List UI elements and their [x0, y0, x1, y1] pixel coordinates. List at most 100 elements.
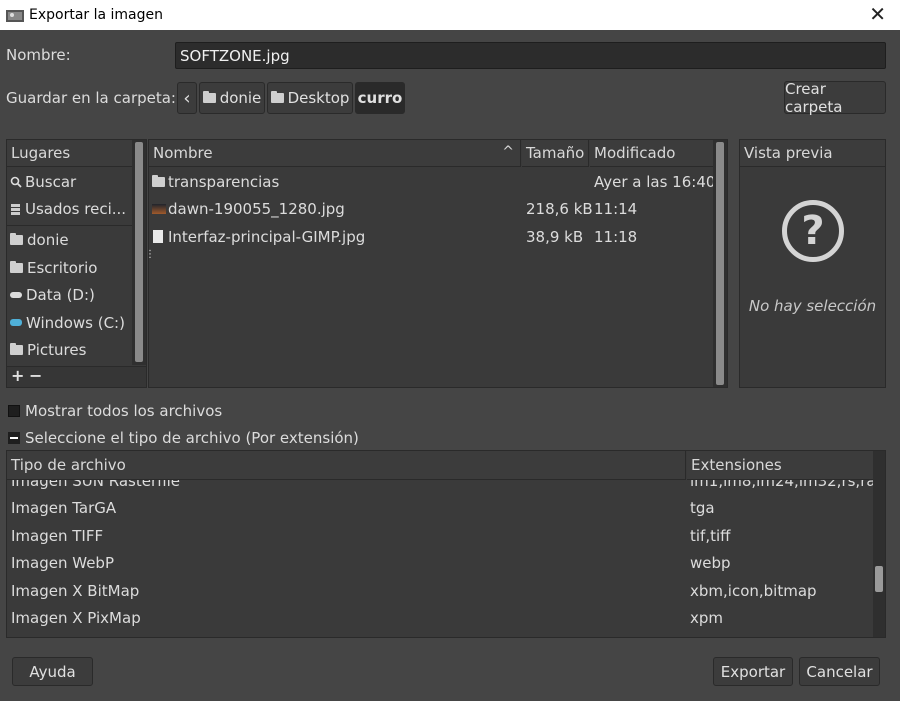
crumb-curro[interactable]: curro [355, 82, 405, 114]
column-header-modified[interactable]: Modificado [590, 140, 713, 167]
close-icon[interactable]: ✕ [869, 4, 886, 24]
places-item-search[interactable]: Buscar [7, 168, 76, 195]
search-icon [10, 176, 22, 188]
chevron-left-icon: ‹ [183, 87, 191, 109]
places-item-donie[interactable]: donie [7, 226, 69, 253]
crumb-label: donie [219, 89, 262, 107]
file-type-row[interactable]: Imagen WebP webp [7, 549, 873, 576]
file-type-row[interactable]: Imagen X BitMap xbm,icon,bitmap [7, 577, 873, 604]
places-item-escritorio[interactable]: Escritorio [7, 254, 97, 281]
file-type-row[interactable]: Imagen TarGA tga [7, 494, 873, 521]
remove-bookmark-icon[interactable]: − [29, 366, 42, 385]
file-type-row[interactable]: Imagen TIFF tif,tiff [7, 522, 873, 549]
show-all-files-label: Mostrar todos los archivos [25, 402, 223, 420]
name-label: Nombre: [6, 46, 71, 64]
crumb-desktop[interactable]: Desktop [267, 82, 353, 114]
folder-icon [202, 91, 216, 103]
title-bar: Exportar la imagen ✕ [0, 0, 900, 30]
file-type-name: Imagen SUN Rasterfile [11, 480, 180, 490]
column-header-extensions[interactable]: Extensiones [687, 451, 873, 480]
file-type-row[interactable]: Imagen X PixMap xpm [7, 604, 873, 631]
column-header-file-type[interactable]: Tipo de archivo [7, 451, 686, 480]
help-button[interactable]: Ayuda [12, 657, 93, 686]
preview-header: Vista previa [740, 140, 885, 167]
places-item-label: donie [27, 230, 69, 249]
file-type-list: Imagen SUN Rasterfile im1,im8,im24,im32,… [7, 480, 873, 637]
create-folder-button[interactable]: Crear carpeta [784, 80, 886, 116]
collapse-icon [8, 432, 20, 444]
places-item-label: Usados reci... [25, 199, 127, 218]
places-panel: Lugares Buscar Usados reci... donie Escr… [6, 139, 147, 388]
question-icon: ? [782, 200, 844, 262]
file-icon [153, 230, 163, 243]
sort-ascending-icon: ^ [502, 144, 514, 160]
file-row[interactable]: transparencias Ayer a las 16:40 [149, 168, 716, 195]
preview-panel: Vista previa ? No hay selección [739, 139, 886, 388]
places-item-label: Windows (C:) [26, 313, 125, 332]
file-name: dawn-190055_1280.jpg [168, 199, 345, 218]
file-type-ext: im1,im8,im24,im32,rs,ras [690, 480, 873, 490]
file-type-ext: webp [690, 553, 731, 572]
folder-icon [10, 342, 23, 355]
file-row[interactable]: dawn-190055_1280.jpg 218,6 kB 11:14 [149, 195, 713, 222]
export-button[interactable]: Exportar [713, 657, 793, 686]
files-panel: Nombre ^ Tamaño Modificado transparencia… [148, 139, 728, 388]
places-item-recent[interactable]: Usados reci... [7, 195, 126, 222]
crumb-label: Desktop [287, 89, 350, 107]
save-folder-label: Guardar en la carpeta: [6, 89, 176, 107]
file-modified: Ayer a las 16:40 [594, 172, 716, 191]
places-header[interactable]: Lugares [7, 140, 132, 167]
file-type-expander-label: Seleccione el tipo de archivo (Por exten… [25, 429, 359, 447]
column-header-size[interactable]: Tamaño [522, 140, 589, 167]
file-name: Interfaz-principal-GIMP.jpg [168, 227, 366, 246]
file-size: 38,9 kB [526, 227, 584, 246]
file-type-row[interactable]: Imagen SUN Rasterfile im1,im8,im24,im32,… [7, 480, 873, 494]
windows-drive-icon [10, 319, 22, 326]
file-row[interactable]: Interfaz-principal-GIMP.jpg 38,9 kB 11:1… [149, 223, 713, 250]
file-type-table: Imagen SUN Rasterfile im1,im8,im24,im32,… [6, 450, 886, 638]
crumb-donie[interactable]: donie [199, 82, 265, 114]
file-type-scroll-thumb[interactable] [875, 566, 883, 592]
recent-icon [11, 203, 20, 215]
file-size: 218,6 kB [526, 199, 593, 218]
folder-icon [10, 260, 23, 273]
file-type-name: Imagen X PixMap [11, 608, 141, 627]
file-type-scrollbar[interactable] [873, 451, 885, 637]
show-all-files-checkbox[interactable]: Mostrar todos los archivos [8, 402, 222, 420]
file-type-ext: xbm,icon,bitmap [690, 581, 817, 600]
add-bookmark-icon[interactable]: + [11, 366, 24, 385]
filename-input[interactable]: SOFTZONE.jpg [175, 42, 886, 69]
file-type-name: Imagen X BitMap [11, 581, 140, 600]
path-back-button[interactable]: ‹ [177, 82, 197, 114]
places-scroll-thumb[interactable] [135, 142, 143, 362]
places-item-data-drive[interactable]: Data (D:) [7, 281, 95, 308]
window-title: Exportar la imagen [29, 7, 164, 23]
files-scroll-thumb[interactable] [716, 142, 724, 385]
checkbox-box[interactable] [8, 405, 20, 417]
files-scrollbar[interactable] [713, 140, 727, 387]
places-toolbar: + − [7, 366, 146, 387]
places-item-label: Pictures [27, 340, 87, 359]
file-name: transparencias [168, 172, 280, 191]
file-modified: 11:14 [594, 199, 638, 218]
folder-icon [152, 174, 165, 187]
places-item-pictures[interactable]: Pictures [7, 336, 86, 363]
crumb-label: curro [357, 89, 403, 107]
gimp-app-icon [6, 8, 24, 22]
file-type-ext: tif,tiff [690, 526, 731, 545]
places-item-label: Buscar [25, 172, 77, 191]
file-type-expander[interactable]: Seleccione el tipo de archivo (Por exten… [8, 429, 359, 447]
file-type-ext: xpm [690, 608, 724, 627]
folder-icon [270, 91, 284, 103]
no-selection-text: No hay selección [748, 297, 877, 315]
file-type-name: Imagen TIFF [11, 526, 104, 545]
file-type-name: Imagen WebP [11, 553, 115, 572]
file-type-name: Imagen TarGA [11, 498, 117, 517]
pane-resize-handle[interactable]: ⋮ [145, 250, 155, 270]
places-item-label: Data (D:) [26, 285, 95, 304]
cancel-button[interactable]: Cancelar [799, 657, 880, 686]
places-item-windows-drive[interactable]: Windows (C:) [7, 309, 125, 336]
column-header-name[interactable]: Nombre ^ [149, 140, 521, 167]
places-item-label: Escritorio [27, 258, 98, 277]
places-scrollbar[interactable] [132, 140, 146, 365]
